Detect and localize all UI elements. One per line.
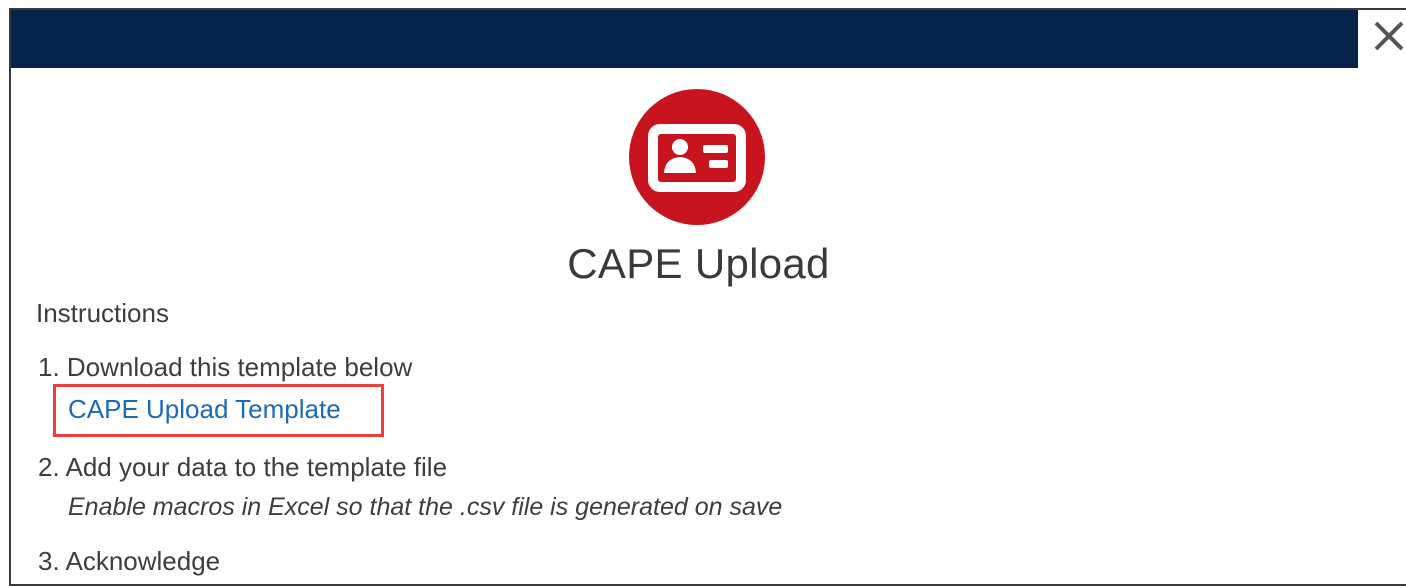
step-2-note: Enable macros in Excel so that the .csv … bbox=[68, 493, 783, 521]
close-button[interactable] bbox=[1366, 12, 1406, 58]
close-icon bbox=[1366, 12, 1406, 58]
step-3-text: 3. Acknowledge bbox=[38, 546, 221, 576]
step-1-text: 1. Download this template below bbox=[38, 352, 413, 382]
contact-card-icon bbox=[629, 89, 765, 225]
modal-header-bar bbox=[11, 10, 1358, 68]
template-download-link[interactable]: CAPE Upload Template bbox=[68, 392, 341, 426]
step-2-text: 2. Add your data to the template file bbox=[38, 452, 448, 482]
instructions-label: Instructions bbox=[36, 298, 169, 328]
modal-title: CAPE Upload bbox=[567, 240, 830, 287]
